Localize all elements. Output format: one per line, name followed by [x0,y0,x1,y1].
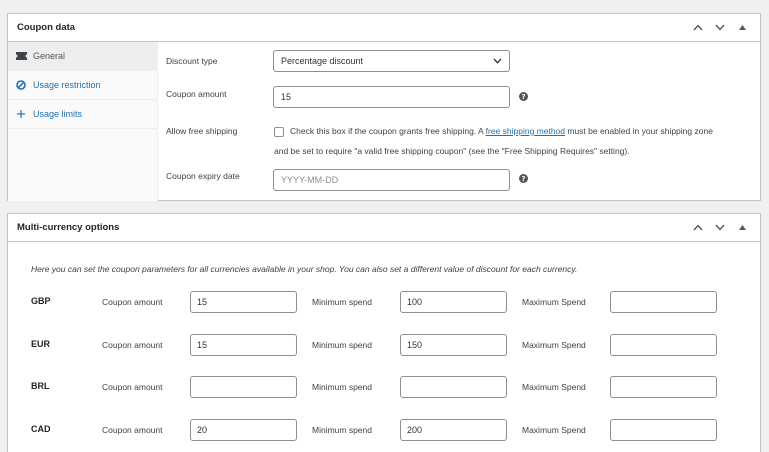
minimum-spend-label: Minimum spend [312,425,372,435]
tab-general[interactable]: General [8,42,157,71]
currency-code: BRL [31,381,50,391]
currency-row-brl: BRL Coupon amount Minimum spend Maximum … [8,376,760,398]
tab-usage-restriction-label: Usage restriction [33,80,101,90]
tab-usage-limits[interactable]: Usage limits [8,100,157,129]
free-shipping-method-link[interactable]: free shipping method [486,126,565,136]
free-shipping-text-after: must be enabled in your shipping zone [565,126,713,136]
coupon-amount-label: Coupon amount [102,340,163,350]
discount-type-label: Discount type [166,56,218,66]
multi-currency-title: Multi-currency options [17,222,120,233]
maximum-spend-label: Maximum Spend [522,297,586,307]
coupon-amount-input[interactable]: 15 [273,86,510,108]
minimum-spend-label: Minimum spend [312,297,372,307]
general-panel: Discount type Percentage discount Coupon… [158,42,760,201]
tab-usage-limits-label: Usage limits [33,109,83,119]
collapse-toggle-icon[interactable] [733,19,751,37]
currency-code: EUR [31,339,51,349]
move-up-icon[interactable] [689,219,707,237]
maximum-spend-label: Maximum Spend [522,425,586,435]
coupon-tabs: General Usage restriction Usage limits [8,42,158,201]
move-up-icon[interactable] [689,19,707,37]
coupon-amount-input[interactable]: 15 [190,291,297,313]
coupon-amount-value: 15 [197,297,208,307]
help-icon[interactable]: ? [518,173,528,183]
coupon-amount-input[interactable]: 20 [190,419,297,441]
expiry-date-input[interactable]: YYYY-MM-DD [273,169,510,191]
maximum-spend-label: Maximum Spend [522,382,586,392]
maximum-spend-input[interactable] [610,376,717,398]
free-shipping-description-line2: and be set to require "a valid free ship… [274,146,630,156]
plus-icon [15,108,27,120]
coupon-amount-label: Coupon amount [102,297,163,307]
svg-text:?: ? [521,175,525,183]
maximum-spend-input[interactable] [610,334,717,356]
move-down-icon[interactable] [711,19,729,37]
multi-currency-description: Here you can set the coupon parameters f… [31,264,578,274]
currency-code: GBP [31,296,51,306]
minimum-spend-value: 200 [407,425,423,435]
free-shipping-label: Allow free shipping [166,126,238,136]
minimum-spend-value: 100 [407,297,423,307]
coupon-amount-input[interactable]: 15 [190,334,297,356]
chevron-down-icon [493,56,502,66]
maximum-spend-input[interactable] [610,419,717,441]
maximum-spend-input[interactable] [610,291,717,313]
minimum-spend-value: 150 [407,340,423,350]
ban-icon [15,79,27,91]
currency-row-eur: EUR Coupon amount 15 Minimum spend 150 M… [8,334,760,356]
free-shipping-description: Check this box if the coupon grants free… [290,126,713,136]
free-shipping-checkbox[interactable] [274,127,284,137]
minimum-spend-input[interactable]: 100 [400,291,507,313]
move-down-icon[interactable] [711,219,729,237]
tab-general-label: General [33,51,66,61]
help-icon[interactable]: ? [518,91,528,101]
currency-row-cad: CAD Coupon amount 20 Minimum spend 200 M… [8,419,760,441]
multi-currency-header: Multi-currency options [8,214,760,242]
currency-row-gbp: GBP Coupon amount 15 Minimum spend 100 M… [8,291,760,313]
discount-type-value: Percentage discount [281,56,364,66]
minimum-spend-input[interactable]: 200 [400,419,507,441]
tab-usage-restriction[interactable]: Usage restriction [8,71,157,100]
coupon-amount-input[interactable] [190,376,297,398]
free-shipping-text-before: Check this box if the coupon grants free… [290,126,486,136]
minimum-spend-input[interactable]: 150 [400,334,507,356]
discount-type-select[interactable]: Percentage discount [273,50,510,72]
currency-code: CAD [31,424,51,434]
coupon-data-title: Coupon data [17,22,76,33]
coupon-amount-label: Coupon amount [166,89,227,99]
coupon-amount-value: 15 [281,92,292,102]
expiry-date-placeholder: YYYY-MM-DD [281,175,339,185]
coupon-data-box: Coupon data General Usage restriction Us… [7,13,761,201]
ticket-icon [15,50,27,62]
coupon-amount-value: 15 [197,340,208,350]
coupon-data-header: Coupon data [8,14,760,42]
collapse-toggle-icon[interactable] [733,219,751,237]
coupon-amount-label: Coupon amount [102,382,163,392]
minimum-spend-label: Minimum spend [312,382,372,392]
minimum-spend-label: Minimum spend [312,340,372,350]
maximum-spend-label: Maximum Spend [522,340,586,350]
coupon-amount-value: 20 [197,425,208,435]
minimum-spend-input[interactable] [400,376,507,398]
coupon-amount-label: Coupon amount [102,425,163,435]
svg-text:?: ? [521,93,525,101]
expiry-date-label: Coupon expiry date [166,171,240,181]
multi-currency-box: Multi-currency options Here you can set … [7,213,761,452]
